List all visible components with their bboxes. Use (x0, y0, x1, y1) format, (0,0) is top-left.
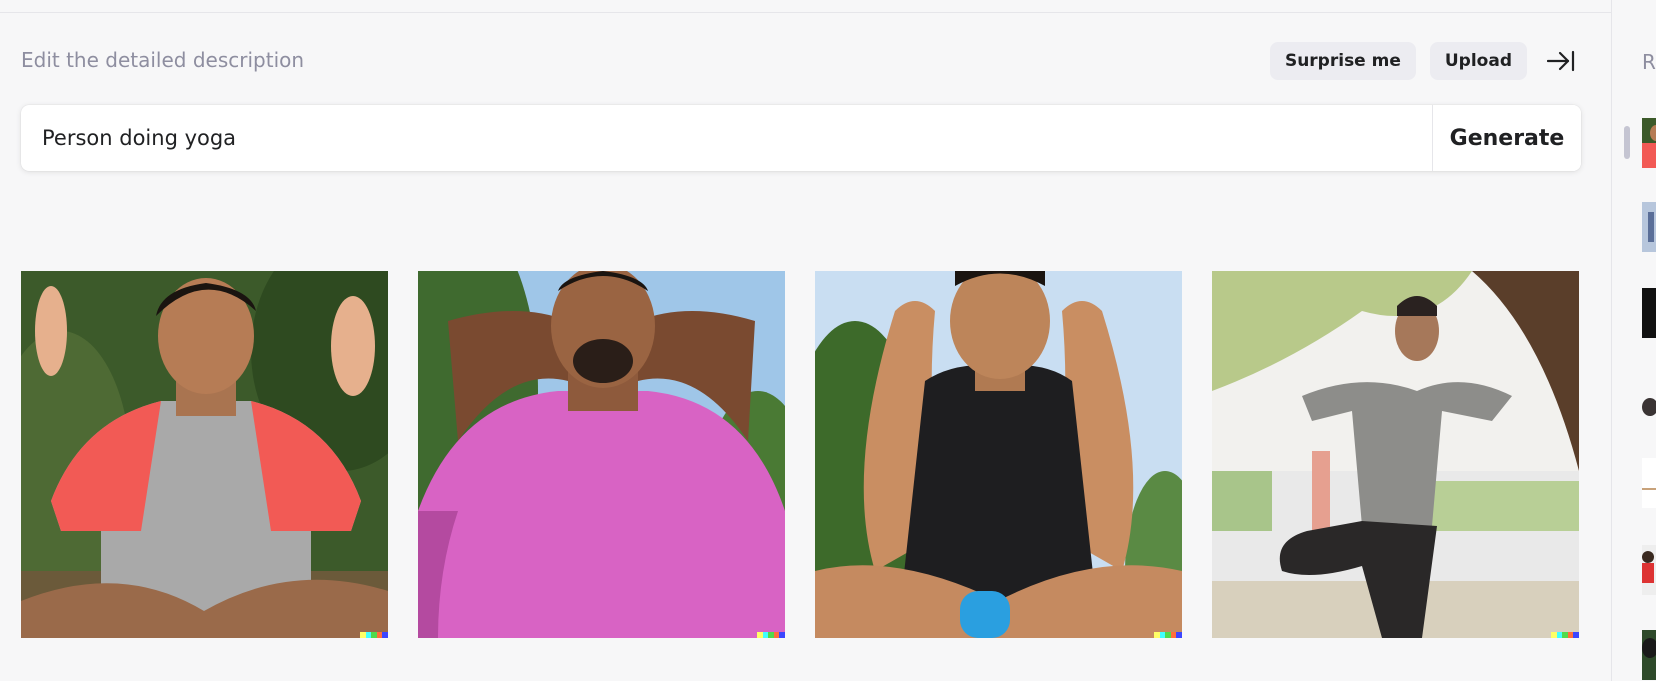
signature-mark (1551, 632, 1579, 638)
header-row: Edit the detailed description Surprise m… (21, 42, 1581, 82)
history-sidebar: R (1611, 0, 1656, 681)
header-actions: Surprise me Upload (1269, 42, 1581, 80)
history-thumbnail[interactable] (1642, 630, 1656, 680)
signature-mark (1154, 632, 1182, 638)
sidebar-scrollbar[interactable] (1624, 126, 1630, 159)
sidebar-title-partial: R (1642, 50, 1656, 74)
results-grid (21, 271, 1581, 638)
history-thumbnail[interactable] (1642, 288, 1656, 338)
description-label: Edit the detailed description (21, 48, 305, 72)
arrow-to-line-icon (1547, 50, 1575, 72)
result-image-2[interactable] (418, 271, 785, 638)
history-thumbnail[interactable] (1642, 202, 1656, 252)
prompt-bar: Generate (21, 105, 1581, 171)
result-image-3[interactable] (815, 271, 1182, 638)
main-panel: Edit the detailed description Surprise m… (0, 0, 1611, 681)
history-thumbnail[interactable] (1642, 545, 1656, 595)
generate-button[interactable]: Generate (1432, 105, 1581, 171)
top-divider (0, 12, 1611, 13)
collapse-right-icon[interactable] (1541, 42, 1581, 80)
history-thumbnail[interactable] (1642, 458, 1656, 508)
upload-button[interactable]: Upload (1429, 42, 1527, 80)
surprise-me-button[interactable]: Surprise me (1269, 42, 1416, 80)
signature-mark (757, 632, 785, 638)
result-image-1[interactable] (21, 271, 388, 638)
history-thumbnail[interactable] (1642, 392, 1656, 422)
prompt-input[interactable] (21, 105, 1432, 171)
signature-mark (360, 632, 388, 638)
result-image-4[interactable] (1212, 271, 1579, 638)
history-thumbnail[interactable] (1642, 118, 1656, 168)
app-window: Edit the detailed description Surprise m… (0, 0, 1656, 681)
